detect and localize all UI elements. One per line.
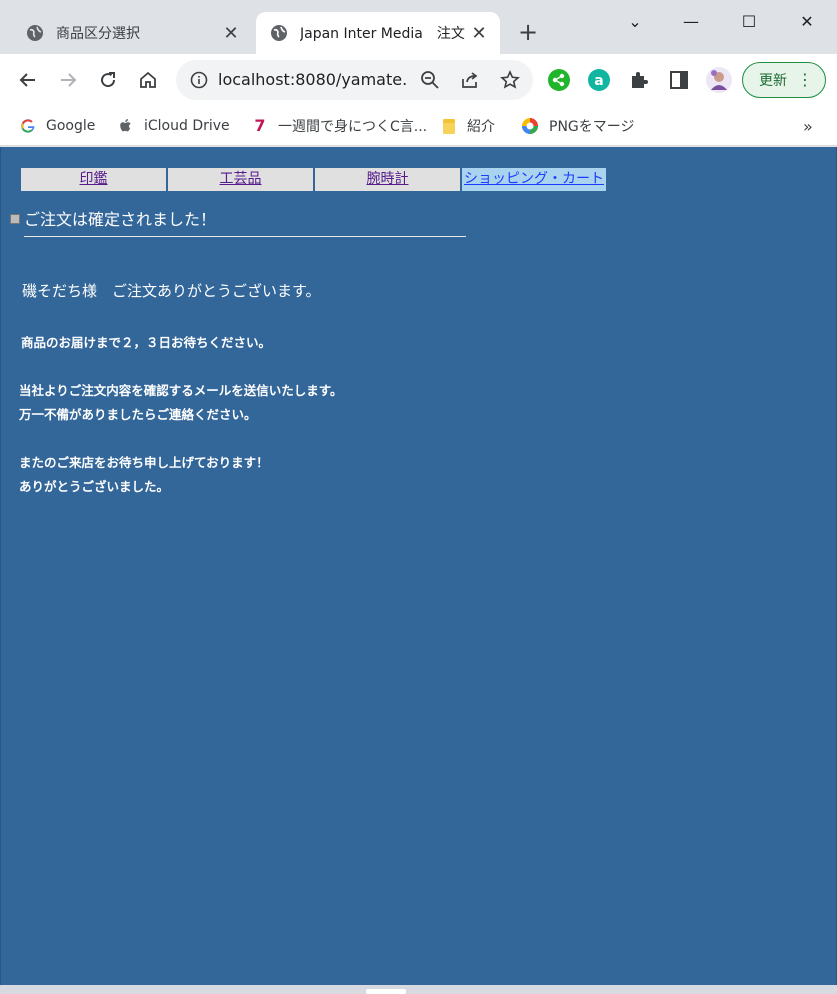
tab-product-category[interactable]: 商品区分選択 ✕ xyxy=(12,12,252,54)
nav-cell-crafts: 工芸品 xyxy=(167,167,314,192)
nav-cell-seal: 印鑑 xyxy=(20,167,167,192)
tab-strip: 商品区分選択 ✕ Japan Inter Media 注文 ✕ + ⌄ — ☐ … xyxy=(0,0,837,54)
bookmark-label: PNGをマージ xyxy=(549,119,635,135)
svg-text:a: a xyxy=(594,73,603,89)
page-content: 印鑑 工芸品 腕時計 ショッピング・カート ご注文は確定されました！ 磯そだち様… xyxy=(0,147,837,985)
contact-notice: 万一不備がありましたらご連絡ください。 xyxy=(19,407,257,422)
info-icon xyxy=(190,71,208,89)
horizontal-scrollbar[interactable] xyxy=(0,985,837,994)
bookmark-png-merge[interactable]: PNGをマージ xyxy=(521,116,634,136)
delivery-notice: 商品のお届けまで２，３日お待ちください。 xyxy=(21,335,272,350)
nav-cell-cart: ショッピング・カート xyxy=(461,167,607,192)
side-panel-icon[interactable] xyxy=(667,68,691,92)
reload-icon xyxy=(101,72,116,88)
url-text[interactable]: localhost:8080/yamate... xyxy=(218,70,408,89)
home-button[interactable] xyxy=(134,66,162,94)
toolbar: localhost:8080/yamate... a 更新 ⋮ xyxy=(0,54,837,106)
bookmark-label: Google xyxy=(46,118,96,134)
address-bar[interactable]: localhost:8080/yamate... xyxy=(176,60,533,100)
bookmark-google[interactable]: Google xyxy=(20,116,95,136)
bookmark-c-language[interactable]: 7 一週間で身につくC言... xyxy=(252,116,427,136)
forward-arrow-icon xyxy=(61,73,77,87)
maximize-button[interactable]: ☐ xyxy=(726,8,772,34)
globe-icon xyxy=(271,25,287,41)
bookmarks-overflow-button[interactable]: » xyxy=(803,116,813,136)
revisit-message: またのご来店をお待ち申し上げております！ xyxy=(19,455,269,470)
update-button[interactable]: 更新 ⋮ xyxy=(742,62,826,98)
heading-divider xyxy=(24,236,466,237)
bookmark-label: iCloud Drive xyxy=(144,118,230,134)
nav-link-crafts[interactable]: 工芸品 xyxy=(220,171,262,187)
bookmarks-bar: Google iCloud Drive 7 一週間で身につくC言... 紹介 P… xyxy=(0,106,837,146)
bookmark-label: 紹介 xyxy=(467,119,495,135)
profile-avatar[interactable] xyxy=(705,66,733,94)
order-confirmed-heading: ご注文は確定されました！ xyxy=(24,210,217,229)
share-icon[interactable] xyxy=(460,70,480,90)
nav-link-watches[interactable]: 腕時計 xyxy=(367,171,409,187)
menu-icon[interactable]: ⋮ xyxy=(797,71,813,89)
tab-title: Japan Inter Media 注文 xyxy=(300,26,465,42)
bookmark-label: 一週間で身につくC言... xyxy=(278,119,428,135)
update-label: 更新 xyxy=(759,73,787,89)
reload-button[interactable] xyxy=(94,66,122,94)
google-icon xyxy=(21,119,35,133)
zoom-icon[interactable] xyxy=(420,70,440,90)
close-tab-icon[interactable]: ✕ xyxy=(218,23,244,44)
closing-thanks: ありがとうございました。 xyxy=(19,479,170,494)
close-tab-icon[interactable]: ✕ xyxy=(466,23,492,44)
nav-link-seal[interactable]: 印鑑 xyxy=(80,171,108,187)
tab-title: 商品区分選択 xyxy=(56,26,140,42)
thank-you-message: 磯そだち様 ご注文ありがとうございます。 xyxy=(22,282,321,300)
email-notice: 当社よりご注文内容を確認するメールを送信いたします。 xyxy=(19,383,343,398)
home-icon xyxy=(140,71,156,88)
tab-order[interactable]: Japan Inter Media 注文 ✕ xyxy=(256,12,500,54)
folder-icon xyxy=(443,119,455,134)
forward-button[interactable] xyxy=(54,66,82,94)
globe-icon xyxy=(27,25,43,41)
minimize-button[interactable]: — xyxy=(668,8,714,34)
nav-cell-watches: 腕時計 xyxy=(314,167,461,192)
nav-link-cart[interactable]: ショッピング・カート xyxy=(464,171,604,187)
category-nav: 印鑑 工芸品 腕時計 ショッピング・カート xyxy=(20,167,607,192)
back-button[interactable] xyxy=(14,66,42,94)
bookmark-icloud[interactable]: iCloud Drive xyxy=(118,116,230,136)
close-window-button[interactable]: ✕ xyxy=(784,8,830,34)
bookmark-star-icon[interactable] xyxy=(500,70,520,90)
scrollbar-thumb[interactable] xyxy=(366,989,406,994)
apple-icon xyxy=(120,119,131,132)
line-share-extension-icon[interactable] xyxy=(547,68,571,92)
a-extension-icon[interactable]: a xyxy=(587,68,611,92)
puzzle-extensions-icon[interactable] xyxy=(627,68,651,92)
new-tab-button[interactable]: + xyxy=(514,18,542,46)
back-arrow-icon xyxy=(19,73,35,87)
png-merge-icon xyxy=(522,118,538,134)
bookmark-introduction[interactable]: 紹介 xyxy=(441,116,495,136)
seven-icon: 7 xyxy=(254,116,266,135)
broken-image-icon xyxy=(10,214,20,224)
tab-search-icon[interactable]: ⌄ xyxy=(612,8,658,34)
